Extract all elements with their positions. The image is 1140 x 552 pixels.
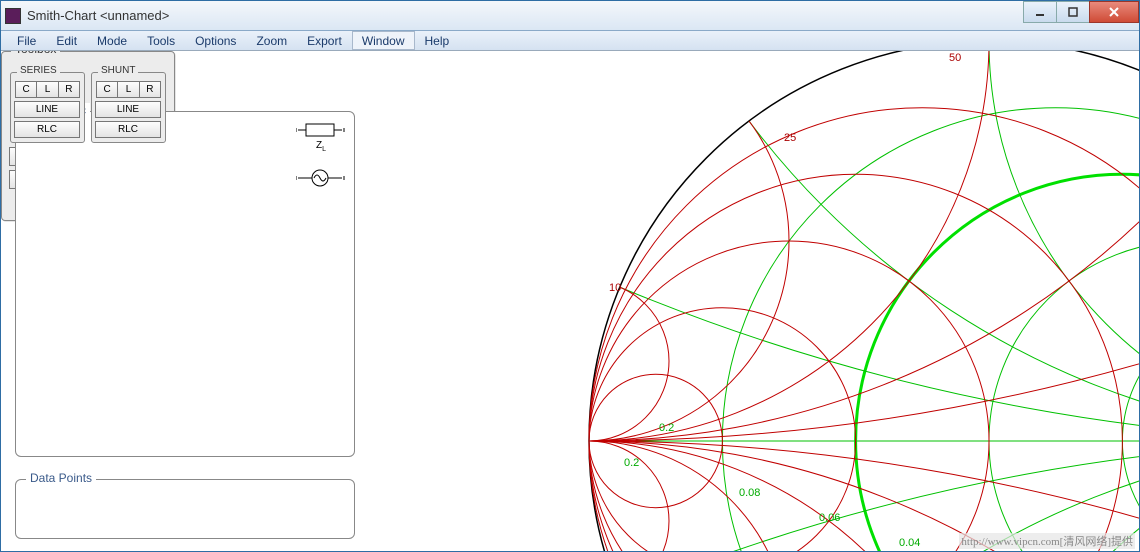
scale-label: 50 — [949, 52, 961, 64]
watermark: http://www.vipcn.com[清风网络]提供 — [959, 533, 1135, 549]
series-rlc-button[interactable]: RLC — [14, 121, 80, 138]
series-l-button[interactable]: L — [36, 81, 58, 98]
menu-window[interactable]: Window — [352, 31, 415, 50]
menu-bar: File Edit Mode Tools Options Zoom Export… — [1, 31, 1139, 51]
scale-label: 10 — [609, 282, 621, 294]
menu-edit[interactable]: Edit — [46, 31, 87, 50]
shunt-c-button[interactable]: C — [96, 81, 118, 98]
smith-chart: 10 25 50 0.02 0.04 0.06 0.08 0.2 0.2 — [539, 51, 1139, 551]
series-r-button[interactable]: R — [58, 81, 80, 98]
close-button[interactable] — [1089, 1, 1139, 23]
menu-zoom[interactable]: Zoom — [246, 31, 297, 50]
scale-label: 0.06 — [819, 512, 840, 524]
window-title: Smith-Chart <unnamed> — [27, 8, 169, 23]
schematic-panel: Schematic ZL — [15, 111, 355, 457]
menu-options[interactable]: Options — [185, 31, 246, 50]
shunt-rlc-button[interactable]: RLC — [95, 121, 161, 138]
svg-text:ZL: ZL — [316, 140, 326, 153]
window-titlebar: Smith-Chart <unnamed> — [1, 1, 1139, 31]
scale-label: 0.08 — [739, 487, 760, 499]
canvas-area: 10 25 50 0.02 0.04 0.06 0.08 0.2 0.2 Sch… — [1, 51, 1139, 551]
menu-tools[interactable]: Tools — [137, 31, 185, 50]
menu-help[interactable]: Help — [415, 31, 460, 50]
minimize-button[interactable] — [1023, 1, 1057, 23]
shunt-line-button[interactable]: LINE — [95, 101, 161, 118]
schematic-diagram: ZL — [296, 120, 346, 200]
window-controls — [1024, 1, 1139, 23]
scale-label: 0.04 — [899, 537, 920, 549]
shunt-group: SHUNT C L R LINE RLC — [91, 72, 166, 143]
series-group: SERIES C L R LINE RLC — [10, 72, 85, 143]
scale-label: 0.2 — [659, 422, 674, 434]
maximize-button[interactable] — [1056, 1, 1090, 23]
scale-label: 0.2 — [624, 457, 639, 469]
series-c-button[interactable]: C — [15, 81, 37, 98]
scale-label: 25 — [784, 132, 796, 144]
series-legend: SERIES — [17, 65, 60, 76]
shunt-r-button[interactable]: R — [139, 81, 161, 98]
menu-mode[interactable]: Mode — [87, 31, 137, 50]
shunt-l-button[interactable]: L — [117, 81, 139, 98]
series-line-button[interactable]: LINE — [14, 101, 80, 118]
menu-file[interactable]: File — [7, 31, 46, 50]
datapoints-panel: Data Points — [15, 479, 355, 539]
shunt-legend: SHUNT — [98, 65, 138, 76]
app-icon — [5, 8, 21, 24]
menu-export[interactable]: Export — [297, 31, 352, 50]
toolbox-panel-title: Toolbox — [11, 51, 60, 56]
datapoints-panel-title: Data Points — [26, 471, 96, 485]
